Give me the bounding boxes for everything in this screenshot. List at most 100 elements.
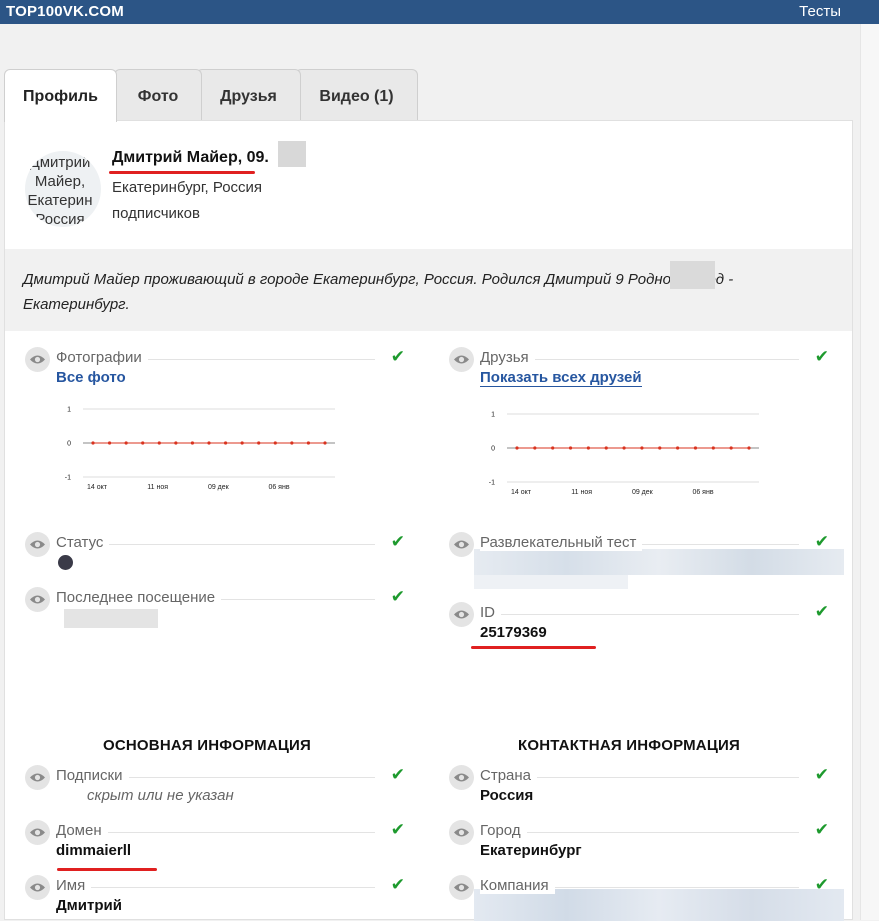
- data-point: [207, 441, 211, 445]
- data-point: [658, 446, 662, 450]
- profile-description: Дмитрий Майер проживающий в городе Екате…: [23, 271, 734, 313]
- profile-location: Екатеринбург, Россия: [112, 179, 263, 196]
- data-point: [91, 441, 95, 445]
- redacted-birth-details: [670, 261, 715, 289]
- data-point: [533, 446, 537, 450]
- data-point: [273, 441, 277, 445]
- eye-icon: [25, 875, 50, 900]
- y-tick-label: 0: [67, 441, 71, 448]
- data-point: [586, 446, 590, 450]
- data-point: [323, 441, 327, 445]
- y-tick-label: 1: [491, 412, 495, 419]
- field-photos: Фотографии ✔ Все фото: [25, 347, 405, 387]
- data-point: [747, 446, 751, 450]
- eye-icon: [449, 532, 474, 557]
- field-label: Статус: [56, 534, 110, 551]
- field-separator: [480, 614, 799, 615]
- data-point: [174, 441, 178, 445]
- check-icon: ✔: [390, 532, 405, 551]
- eye-icon: [25, 347, 50, 372]
- redacted-birthdate: [278, 141, 306, 167]
- eye-icon: [449, 347, 474, 372]
- site-logo-link[interactable]: TOP100VK.COM: [6, 3, 124, 20]
- profile-card: Дмитрий Майер, Екатерин Россия Дмитрий М…: [4, 120, 853, 921]
- field-id: ID ✔ 25179369: [449, 602, 829, 642]
- highlight-domain: [57, 868, 157, 871]
- y-tick-label: -1: [65, 475, 71, 482]
- data-point: [622, 446, 626, 450]
- data-point: [640, 446, 644, 450]
- show-all-friends-link[interactable]: Показать всех друзей: [480, 369, 642, 387]
- eye-icon: [449, 765, 474, 790]
- data-point: [729, 446, 733, 450]
- check-icon: ✔: [814, 765, 829, 784]
- x-tick-label: 09 дек: [208, 484, 230, 491]
- tests-link[interactable]: Тесты: [799, 3, 841, 20]
- field-label: Последнее посещение: [56, 589, 222, 606]
- data-point: [190, 441, 195, 445]
- avatar[interactable]: Дмитрий Майер, Екатерин Россия: [25, 151, 101, 227]
- data-point: [604, 446, 608, 450]
- right-gutter: [860, 24, 879, 920]
- check-icon: ✔: [390, 820, 405, 839]
- avatar-text-2: Майер,: [34, 173, 86, 190]
- check-icon: ✔: [390, 875, 405, 894]
- x-tick-label: 09 дек: [632, 489, 654, 496]
- x-tick-label: 11 ноя: [147, 484, 168, 491]
- y-tick-label: 1: [67, 407, 71, 414]
- check-icon: ✔: [390, 587, 405, 606]
- data-point: [257, 441, 261, 445]
- avatar-text-3: Екатерин: [27, 192, 93, 209]
- x-tick-label: 06 янв: [692, 489, 713, 496]
- eye-icon: [449, 875, 474, 900]
- avatar-text-1: Дмитрий: [29, 154, 91, 171]
- field-separator: [56, 887, 375, 888]
- field-value: Екатеринбург: [480, 842, 582, 859]
- x-tick-label: 14 окт: [87, 484, 108, 491]
- eye-icon: [25, 587, 50, 612]
- data-point: [568, 446, 573, 450]
- field-subscriptions: Подписки ✔ скрыт или не указан: [25, 765, 405, 805]
- highlight-id: [471, 646, 596, 649]
- field-label: Подписки: [56, 767, 129, 784]
- eye-icon: [449, 820, 474, 845]
- data-point: [693, 446, 698, 450]
- x-tick-label: 14 окт: [511, 489, 532, 496]
- data-point: [306, 441, 311, 445]
- top-bar: TOP100VK.COM Тесты: [0, 0, 879, 24]
- data-point: [141, 441, 145, 445]
- all-photos-link[interactable]: Все фото: [56, 369, 126, 386]
- data-point: [107, 441, 112, 445]
- field-separator: [480, 832, 799, 833]
- tab-video[interactable]: Видео (1): [295, 69, 418, 121]
- field-status: Статус ✔: [25, 532, 405, 572]
- data-point: [551, 446, 555, 450]
- photos-chart: 1 0 -1 14 окт 11 ноя 09 дек 06 янв: [65, 407, 335, 491]
- section-title-contact: КОНТАКТНАЯ ИНФОРМАЦИЯ: [518, 737, 740, 754]
- status-emoji-icon: [58, 555, 73, 570]
- section-title-main: ОСНОВНАЯ ИНФОРМАЦИЯ: [103, 737, 311, 754]
- tab-friends[interactable]: Друзья: [196, 69, 301, 121]
- x-tick-label: 06 янв: [268, 484, 289, 491]
- friends-chart: 1 0 -1 14 окт 11 ноя 09 дек 06 янв: [489, 412, 759, 496]
- eye-icon: [25, 532, 50, 557]
- redacted-test-result: [474, 549, 844, 575]
- y-tick-label: -1: [489, 480, 495, 487]
- data-point: [711, 446, 715, 450]
- profile-name: Дмитрий Майер, 09.: [112, 149, 269, 166]
- field-domain: Домен ✔ dimmaierll: [25, 820, 405, 860]
- field-value: скрыт или не указан: [87, 787, 234, 804]
- field-value: dimmaierll: [56, 842, 132, 859]
- field-value: Россия: [480, 787, 534, 804]
- field-label: ID: [480, 604, 501, 621]
- x-tick-label: 11 ноя: [571, 489, 592, 496]
- eye-icon: [449, 602, 474, 627]
- avatar-text-4: Россия: [35, 211, 85, 227]
- data-point: [290, 441, 294, 445]
- tab-photo[interactable]: Фото: [114, 69, 202, 121]
- field-first-name: Имя ✔ Дмитрий: [25, 875, 405, 915]
- tab-profile[interactable]: Профиль: [4, 69, 117, 122]
- field-value: Дмитрий: [56, 897, 122, 914]
- field-label: Развлекательный тест: [480, 534, 643, 551]
- field-label: Страна: [480, 767, 538, 784]
